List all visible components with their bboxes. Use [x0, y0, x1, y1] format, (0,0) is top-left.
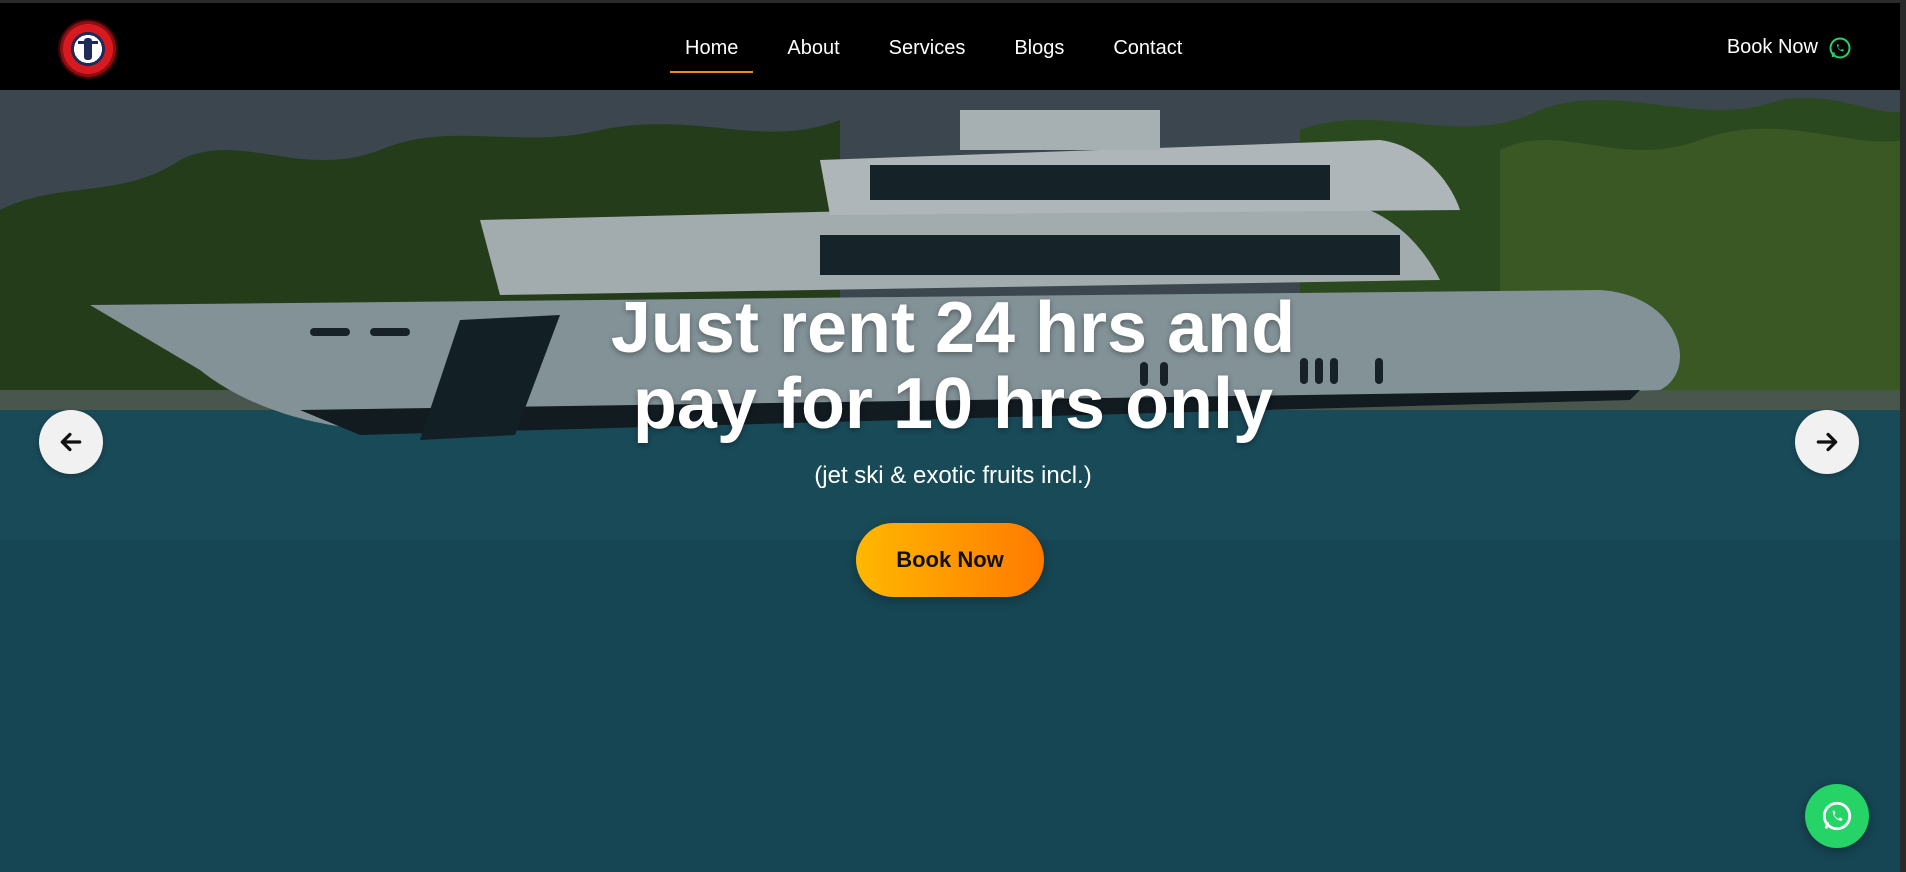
nav-services[interactable]: Services: [874, 3, 981, 93]
whatsapp-icon: [1822, 801, 1852, 831]
arrow-left-icon: [60, 432, 82, 452]
nav-home[interactable]: Home: [670, 3, 754, 93]
slider-next-button[interactable]: [1795, 410, 1859, 474]
nav-about[interactable]: About: [772, 3, 854, 93]
nav-contact[interactable]: Contact: [1098, 3, 1197, 93]
hero-slider: Just rent 24 hrs and pay for 10 hrs only…: [0, 90, 1906, 872]
nav-blogs[interactable]: Blogs: [999, 3, 1079, 93]
whatsapp-icon[interactable]: [1828, 36, 1852, 60]
slider-prev-button[interactable]: [39, 410, 103, 474]
header-book-now-link[interactable]: Book Now: [1727, 36, 1818, 59]
floating-whatsapp-button[interactable]: [1805, 784, 1869, 848]
hero-subtitle: (jet ski & exotic fruits incl.): [814, 462, 1092, 489]
anchor-icon: [78, 38, 98, 60]
hero-book-now-button[interactable]: Book Now: [856, 523, 1044, 597]
top-navbar: Home About Services Blogs Contact Book N…: [0, 0, 1906, 90]
scrollbar-track[interactable]: [1900, 0, 1906, 872]
hero-title-line-2: pay for 10 hrs only: [632, 364, 1274, 444]
main-nav: Home About Services Blogs Contact: [670, 3, 1216, 93]
hero-title-line-1: Just rent 24 hrs and: [610, 288, 1296, 368]
brand-logo[interactable]: [60, 21, 116, 77]
hero-title: Just rent 24 hrs and pay for 10 hrs only: [0, 290, 1906, 442]
arrow-right-icon: [1816, 432, 1838, 452]
